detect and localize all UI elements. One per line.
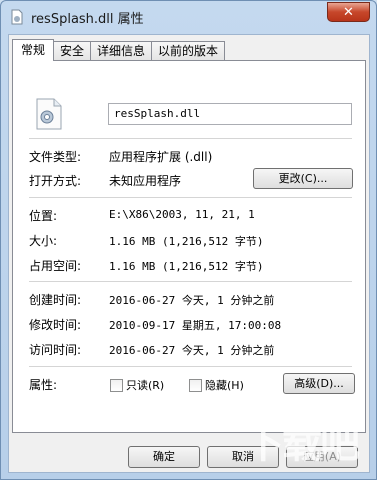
opens-with-value: 未知应用程序	[109, 174, 182, 188]
general-panel: resSplash.dll 文件类型: 应用程序扩展 (.dll) 打开方式: …	[12, 60, 366, 433]
attributes-label: 属性:	[29, 378, 58, 392]
properties-window: resSplash.dll 属性 ✕ 常规 安全 详细信息 以前的版本 resS…	[0, 0, 377, 480]
readonly-checkbox[interactable]: 只读(R)	[110, 377, 164, 393]
site-watermark: 下载吧	[244, 421, 360, 467]
close-icon: ✕	[343, 4, 354, 20]
ok-button[interactable]: 确定	[128, 446, 200, 468]
modified-label: 修改时间:	[29, 318, 82, 332]
location-value: E:\X86\2003, 11, 21, 1	[109, 208, 255, 221]
filename-field[interactable]: resSplash.dll	[108, 103, 352, 125]
divider	[29, 281, 352, 282]
size-label: 大小:	[29, 234, 58, 248]
tab-security[interactable]: 安全	[53, 41, 92, 61]
size-value: 1.16 MB (1,216,512 字节)	[109, 235, 264, 248]
hidden-label: 隐藏(H)	[205, 379, 244, 392]
location-label: 位置:	[29, 209, 58, 223]
modified-value: 2010-09-17 星期五, 17:00:08	[109, 319, 282, 332]
dll-file-icon	[36, 98, 62, 130]
tab-previous-versions[interactable]: 以前的版本	[151, 41, 226, 61]
opens-with-label: 打开方式:	[29, 174, 82, 188]
checkbox-box[interactable]	[189, 378, 202, 392]
file-type-label: 文件类型:	[29, 150, 82, 164]
created-label: 创建时间:	[29, 293, 82, 307]
checkbox-box[interactable]	[110, 378, 123, 392]
disk-size-label: 占用空间:	[29, 259, 82, 273]
divider	[29, 366, 352, 367]
divider	[29, 197, 352, 198]
accessed-value: 2016-06-27 今天, 1 分钟之前	[109, 344, 275, 357]
divider	[29, 138, 352, 139]
readonly-label: 只读(R)	[126, 379, 165, 392]
tab-general[interactable]: 常规	[12, 39, 55, 61]
file-type-value: 应用程序扩展 (.dll)	[109, 150, 213, 164]
close-button[interactable]: ✕	[327, 2, 370, 22]
advanced-button[interactable]: 高级(D)...	[283, 373, 355, 394]
file-icon	[11, 9, 23, 25]
change-button[interactable]: 更改(C)...	[253, 168, 353, 189]
title-bar[interactable]: resSplash.dll 属性 ✕	[1, 1, 376, 33]
created-value: 2016-06-27 今天, 1 分钟之前	[109, 294, 275, 307]
tab-strip: 常规 安全 详细信息 以前的版本	[12, 39, 226, 61]
accessed-label: 访问时间:	[29, 343, 82, 357]
disk-size-value: 1.16 MB (1,216,512 字节)	[109, 260, 264, 273]
tab-details[interactable]: 详细信息	[90, 41, 153, 61]
hidden-checkbox[interactable]: 隐藏(H)	[189, 377, 244, 393]
dialog-client: 常规 安全 详细信息 以前的版本 resSplash.dll 文件类型: 应用程…	[8, 34, 370, 473]
window-title: resSplash.dll 属性	[31, 12, 144, 27]
